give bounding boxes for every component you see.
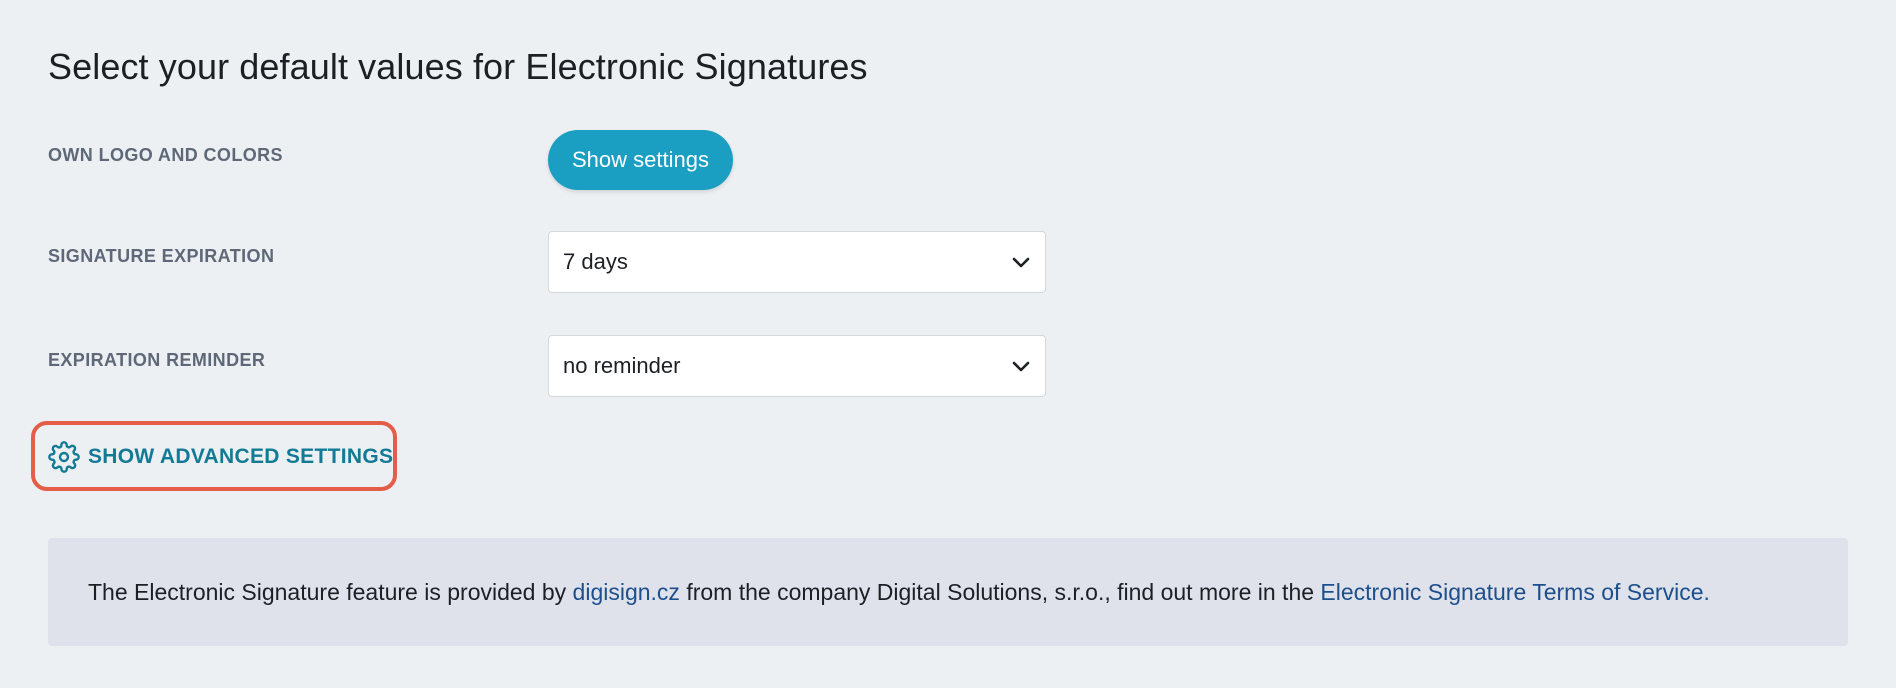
show-settings-button[interactable]: Show settings [548,130,733,190]
expiration-label: SIGNATURE EXPIRATION [48,246,275,266]
info-notice: The Electronic Signature feature is prov… [48,538,1848,646]
expiration-row: SIGNATURE EXPIRATION 7 days [48,231,1048,293]
show-advanced-settings-label: SHOW ADVANCED SETTINGS [88,445,394,468]
chevron-down-icon [1011,356,1031,376]
gear-icon [48,441,80,473]
reminder-row: EXPIRATION REMINDER no reminder [48,335,1048,397]
expiration-select-value: 7 days [563,249,628,274]
terms-of-service-link[interactable]: Electronic Signature Terms of Service. [1320,579,1709,606]
info-text-middle: from the company Digital Solutions, s.r.… [679,578,1321,605]
reminder-label: EXPIRATION REMINDER [48,350,266,370]
branding-row: OWN LOGO AND COLORS Show settings [48,130,1048,190]
info-text-before: The Electronic Signature feature is prov… [88,578,573,605]
page-title: Select your default values for Electroni… [48,46,868,87]
chevron-down-icon [1011,252,1031,272]
provider-link[interactable]: digisign.cz [573,579,680,606]
branding-label: OWN LOGO AND COLORS [48,145,283,165]
reminder-select[interactable]: no reminder [548,335,1046,397]
show-advanced-settings-button[interactable]: SHOW ADVANCED SETTINGS [48,441,393,473]
expiration-select[interactable]: 7 days [548,231,1046,293]
reminder-select-value: no reminder [563,353,681,378]
